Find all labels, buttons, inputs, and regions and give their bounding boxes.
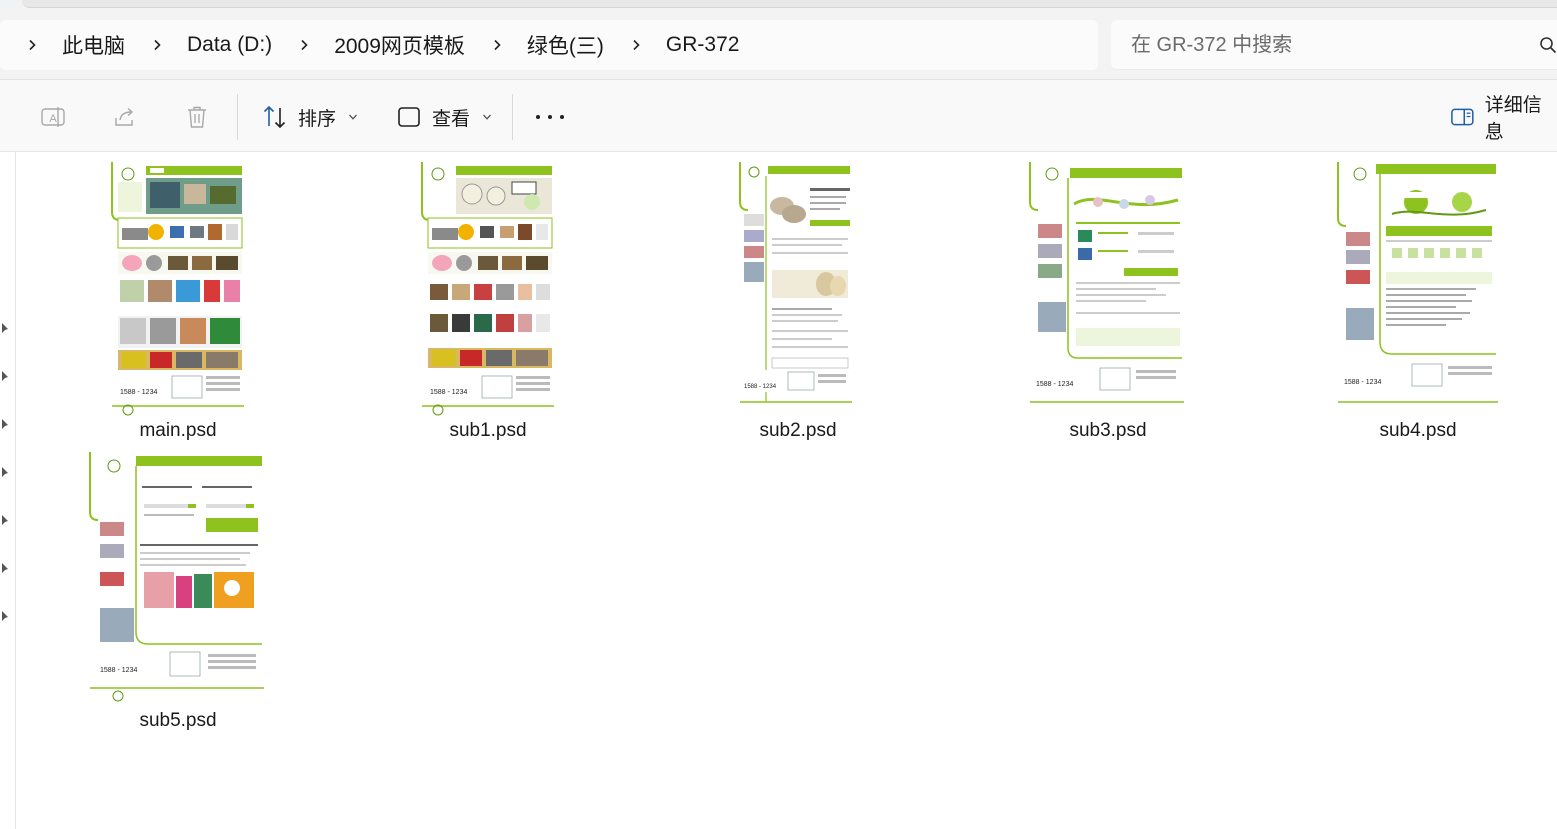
chevron-right-icon[interactable] [147, 39, 167, 51]
file-item[interactable]: 1588 - 1234 sub5.psd [88, 452, 268, 738]
toolbar-divider [237, 94, 238, 140]
toolbar-divider [512, 94, 513, 140]
search-box[interactable] [1111, 20, 1557, 70]
breadcrumb[interactable]: 此电脑 Data (D:) 2009网页模板 绿色(三) GR-372 [0, 20, 1098, 70]
details-label: 详细信息 [1484, 95, 1542, 143]
psd-thumbnail: 1588 - 1234 [88, 452, 266, 707]
share-icon[interactable] [112, 104, 138, 130]
psd-thumbnail: 1588 - 1234 [110, 162, 246, 417]
search-icon[interactable] [1539, 36, 1557, 54]
details-pane-icon [1451, 108, 1474, 126]
svg-text:A: A [49, 113, 57, 125]
svg-text:1588 - 1234: 1588 - 1234 [744, 384, 777, 390]
psd-thumbnail: 1588 - 1234 [420, 162, 556, 417]
psd-thumbnail: 1588 - 1234 [1336, 162, 1500, 417]
pin-icon[interactable] [0, 610, 10, 622]
view-label: 查看 [432, 108, 471, 130]
address-bar-row: 此电脑 Data (D:) 2009网页模板 绿色(三) GR-372 [0, 8, 1557, 80]
chevron-right-icon[interactable] [22, 39, 42, 51]
pin-icon[interactable] [0, 418, 10, 430]
view-icon [398, 107, 420, 127]
file-item[interactable]: 1588 - 1234 sub2.psd [708, 162, 888, 448]
breadcrumb-item[interactable]: 此电脑 [56, 30, 131, 60]
sort-button[interactable]: 排序 [262, 98, 358, 136]
navigation-pane-edge[interactable] [0, 152, 16, 829]
rename-icon[interactable]: A [40, 104, 66, 130]
chevron-right-icon[interactable] [487, 39, 507, 51]
view-button[interactable]: 查看 [396, 98, 492, 136]
chevron-right-icon[interactable] [294, 39, 314, 51]
svg-text:1588 - 1234: 1588 - 1234 [120, 389, 157, 396]
file-item[interactable]: 1588 - 1234 sub1.psd [398, 162, 578, 448]
breadcrumb-item[interactable]: Data (D:) [181, 33, 278, 57]
file-name: main.psd [139, 420, 217, 441]
details-pane-button[interactable]: 详细信息 [1450, 95, 1557, 143]
breadcrumb-item[interactable]: 2009网页模板 [328, 30, 471, 60]
file-item[interactable]: 1588 - 1234 main.psd [88, 162, 268, 448]
delete-icon[interactable] [184, 104, 210, 130]
pin-icon[interactable] [0, 562, 10, 574]
file-name: sub3.psd [1069, 420, 1147, 441]
sort-icon [263, 105, 286, 129]
sort-label: 排序 [298, 108, 337, 130]
search-input[interactable] [1131, 32, 1511, 58]
tab-edge [22, 0, 1557, 8]
chevron-down-icon [349, 114, 357, 120]
svg-text:1588 - 1234: 1588 - 1234 [100, 667, 137, 674]
file-name: sub1.psd [449, 420, 527, 441]
file-name: sub5.psd [139, 710, 217, 731]
chevron-down-icon [483, 114, 491, 120]
pin-icon[interactable] [0, 370, 10, 382]
file-item[interactable]: 1588 - 1234 sub3.psd [1018, 162, 1198, 448]
svg-text:1588 - 1234: 1588 - 1234 [430, 389, 467, 396]
more-icon[interactable] [536, 104, 564, 130]
file-name: sub4.psd [1379, 420, 1457, 441]
svg-text:1588 - 1234: 1588 - 1234 [1036, 381, 1073, 388]
breadcrumb-item[interactable]: 绿色(三) [521, 30, 610, 60]
command-bar: A 排序 查看 详细信息 [0, 80, 1557, 152]
window-top-strip [0, 0, 1557, 8]
svg-text:1588 - 1234: 1588 - 1234 [1344, 379, 1381, 386]
file-item[interactable]: 1588 - 1234 sub4.psd [1328, 162, 1508, 448]
chevron-right-icon[interactable] [626, 39, 646, 51]
psd-thumbnail: 1588 - 1234 [1028, 162, 1186, 417]
file-name: sub2.psd [759, 420, 837, 441]
pin-icon[interactable] [0, 514, 10, 526]
pin-icon[interactable] [0, 466, 10, 478]
pin-icon[interactable] [0, 322, 10, 334]
breadcrumb-item-current[interactable]: GR-372 [660, 33, 746, 57]
psd-thumbnail: 1588 - 1234 [738, 162, 854, 417]
